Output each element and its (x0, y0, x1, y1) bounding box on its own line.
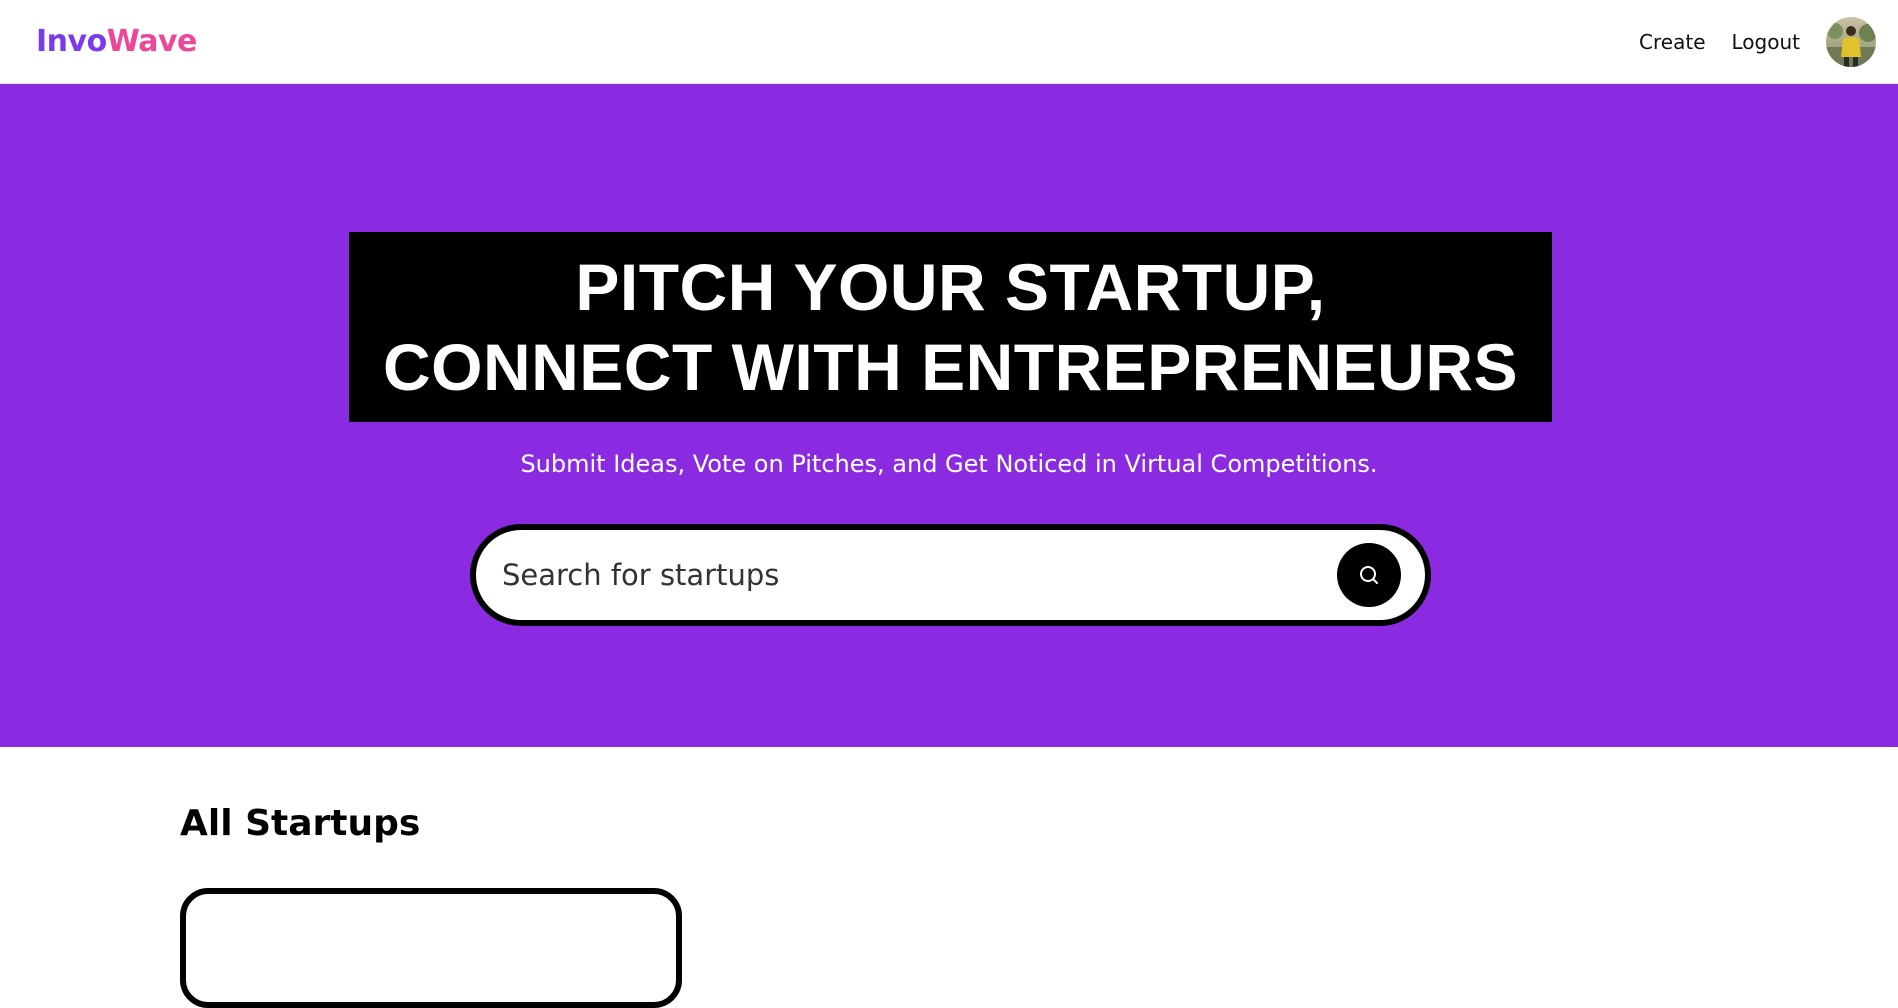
hero-title-line-2: CONNECT WITH ENTREPRENEURS (382, 330, 1519, 404)
search-button[interactable] (1337, 543, 1401, 607)
navbar: InvoWave Create Logout (0, 0, 1898, 84)
all-startups-heading: All Startups (180, 803, 421, 844)
logout-link[interactable]: Logout (1732, 30, 1800, 54)
hero-title-line-1: PITCH YOUR STARTUP, (575, 250, 1326, 324)
user-avatar[interactable] (1826, 16, 1876, 67)
user-avatar-icon (1826, 16, 1876, 67)
nav-links: Create Logout (1639, 16, 1876, 67)
search-icon (1360, 566, 1378, 584)
logo-text-wave: Wave (106, 24, 198, 59)
app-logo[interactable]: InvoWave (36, 24, 197, 59)
hero-title-banner: PITCH YOUR STARTUP, CONNECT WITH ENTREPR… (349, 232, 1552, 422)
logo-text-invo: Invo (36, 24, 107, 59)
create-link[interactable]: Create (1639, 30, 1705, 54)
hero-section: PITCH YOUR STARTUP, CONNECT WITH ENTREPR… (0, 84, 1898, 747)
startup-card[interactable] (180, 888, 682, 1008)
hero-subtitle: Submit Ideas, Vote on Pitches, and Get N… (520, 450, 1378, 478)
search-input[interactable] (502, 545, 1337, 605)
search-form (470, 524, 1431, 626)
